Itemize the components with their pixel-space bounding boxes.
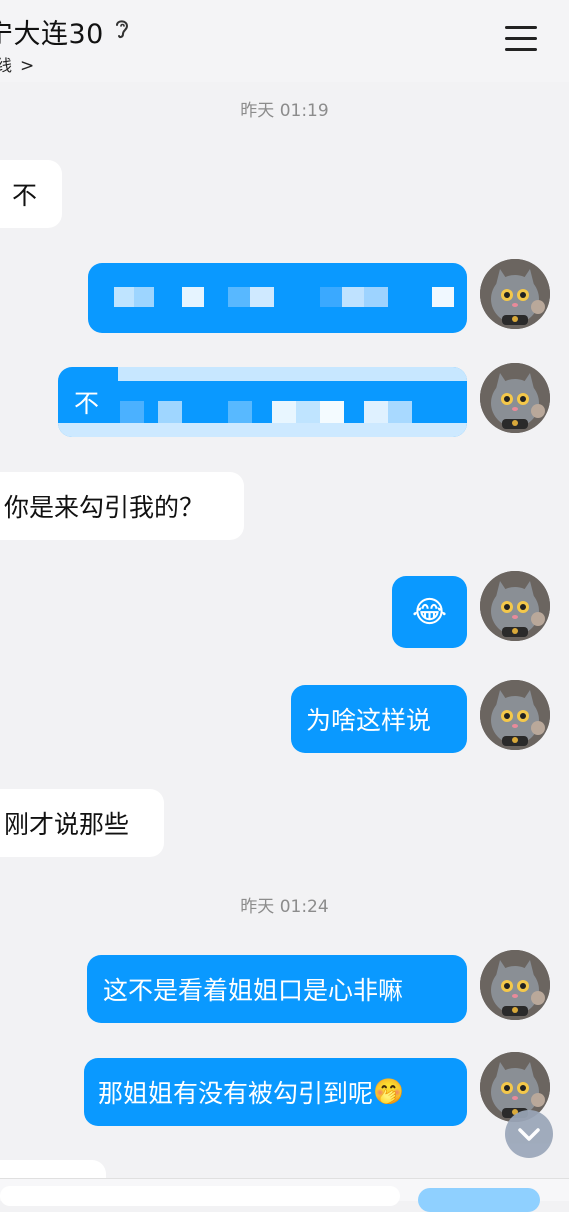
message-text: 你是来勾引我的？ — [4, 493, 205, 522]
shy-face-emoji-icon: 🤭 — [373, 1077, 405, 1106]
cat-avatar-icon — [480, 680, 550, 750]
pixelation-block — [134, 287, 154, 307]
chat-subtitle[interactable]: 线 > — [0, 52, 34, 76]
pixelation-block — [114, 287, 134, 307]
timestamp: 昨天 01:19 — [240, 101, 329, 121]
pixelation-block — [58, 423, 467, 437]
message-input[interactable] — [0, 1186, 400, 1206]
pixelation-block — [432, 287, 454, 307]
chat-header: 宁大连30 线> — [0, 0, 569, 82]
message-bubble-outgoing[interactable]: 那姐姐有没有被勾引到呢 🤭 — [84, 1058, 467, 1126]
message-bubble-outgoing[interactable]: 😂 — [392, 576, 467, 648]
message-bubble-incoming[interactable]: 不 — [0, 160, 62, 228]
pixelation-block — [272, 401, 296, 423]
timestamp: 昨天 01:24 — [240, 897, 329, 917]
chevron-right-icon: > — [20, 56, 35, 76]
message-text: 为啥这样说 — [306, 706, 432, 735]
message-bubble-incoming[interactable]: 你是来勾引我的？ — [0, 472, 244, 540]
pixelation-block — [120, 401, 144, 423]
chevron-down-icon — [518, 1128, 540, 1141]
cat-avatar-icon — [480, 259, 550, 329]
ear-icon[interactable] — [111, 16, 133, 42]
message-text: 那姐姐有没有被勾引到呢 — [98, 1079, 374, 1108]
avatar[interactable] — [480, 680, 550, 750]
laughing-emoji-icon: 😂 — [411, 594, 448, 630]
pixelation-block — [364, 287, 388, 307]
pixelation-block — [388, 401, 412, 423]
pixelation-block — [250, 287, 274, 307]
pixelation-block — [228, 287, 250, 307]
cat-avatar-icon — [480, 950, 550, 1020]
pixelation-block — [158, 401, 182, 423]
message-text: 这不是看着姐姐口是心非嘛 — [103, 976, 404, 1005]
avatar[interactable] — [480, 363, 550, 433]
pixelation-block — [364, 401, 388, 423]
pixelation-block — [228, 401, 252, 423]
send-button[interactable] — [418, 1188, 540, 1212]
cat-avatar-icon — [480, 571, 550, 641]
message-bubble-outgoing-censored[interactable]: 不 — [58, 367, 467, 437]
subtitle-text: 线 — [0, 56, 13, 75]
message-text-fragment: 不 — [74, 389, 100, 418]
avatar[interactable] — [480, 950, 550, 1020]
pixelation-block — [320, 287, 342, 307]
pixelation-block — [320, 401, 344, 423]
message-text: 不 — [12, 181, 38, 210]
message-bubble-incoming[interactable]: 刚才说那些 — [0, 789, 164, 857]
cat-avatar-icon — [480, 363, 550, 433]
pixelation-block — [118, 367, 467, 381]
avatar[interactable] — [480, 259, 550, 329]
menu-icon[interactable] — [505, 26, 537, 52]
message-bubble-outgoing[interactable]: 为啥这样说 — [291, 685, 467, 753]
pixelation-block — [296, 401, 320, 423]
scroll-to-bottom-button[interactable] — [505, 1110, 553, 1158]
message-text: 刚才说那些 — [4, 810, 130, 839]
pixelation-block — [342, 287, 364, 307]
avatar[interactable] — [480, 571, 550, 641]
message-bubble-outgoing[interactable]: 这不是看着姐姐口是心非嘛 — [87, 955, 467, 1023]
pixelation-block — [182, 287, 204, 307]
chat-title[interactable]: 宁大连30 — [0, 12, 104, 51]
message-bubble-outgoing-censored[interactable] — [88, 263, 467, 333]
